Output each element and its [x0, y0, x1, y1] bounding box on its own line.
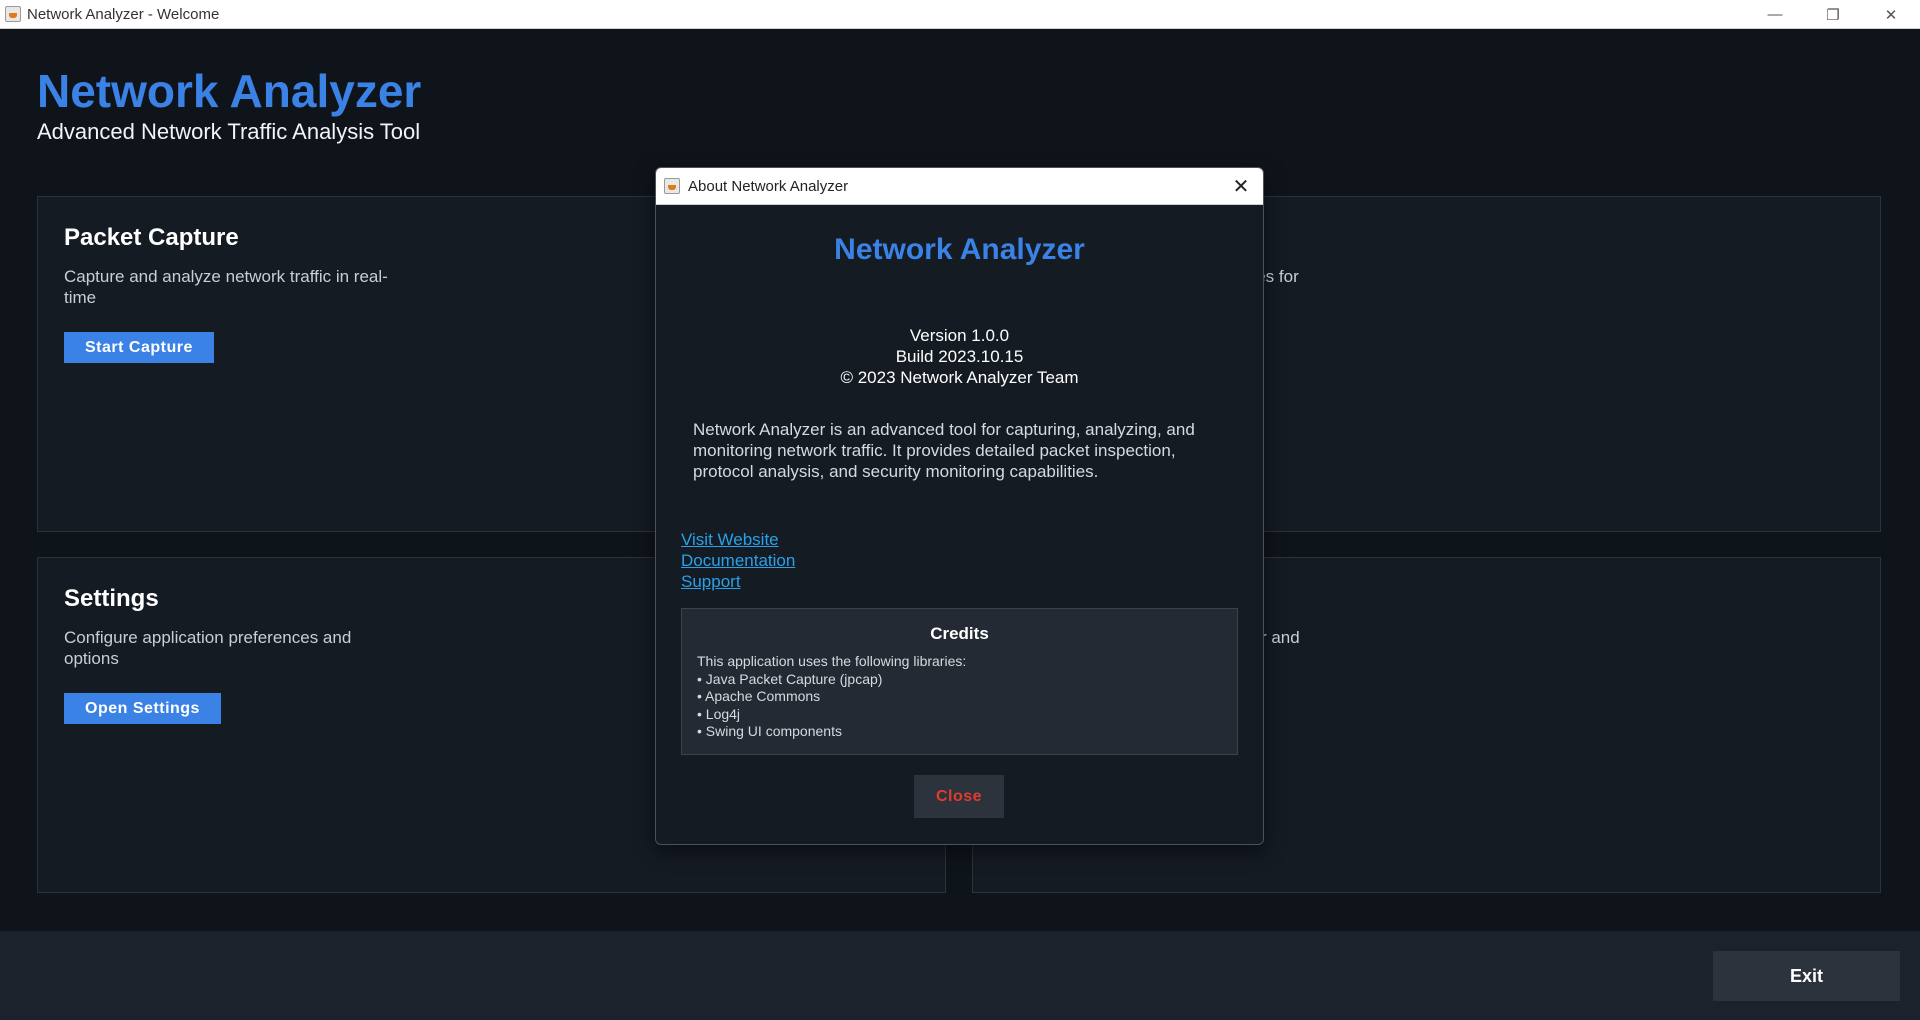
app-title: Network Analyzer	[37, 65, 422, 117]
dialog-titlebar: About Network Analyzer ✕	[656, 168, 1263, 205]
window-title: Network Analyzer - Welcome	[27, 5, 220, 23]
start-capture-button[interactable]: Start Capture	[64, 332, 214, 363]
visit-website-link[interactable]: Visit Website	[681, 529, 795, 550]
dialog-description: Network Analyzer is an advanced tool for…	[693, 420, 1195, 481]
open-settings-button[interactable]: Open Settings	[64, 693, 221, 724]
dialog-app-name: Network Analyzer	[834, 233, 1085, 266]
about-dialog: About Network Analyzer ✕ Network Analyze…	[655, 167, 1264, 845]
card-title: Packet Capture	[64, 224, 239, 251]
maximize-icon[interactable]: ❐	[1804, 0, 1862, 29]
credits-item: • Log4j	[697, 705, 741, 722]
copyright-text: © 2023 Network Analyzer Team	[840, 368, 1079, 387]
minimize-icon[interactable]: —	[1746, 0, 1804, 29]
credits-item: • Java Packet Capture (jpcap)	[697, 670, 883, 687]
card-description: zer and	[1243, 628, 1300, 647]
credits-text: This application uses the following libr…	[697, 653, 966, 741]
java-app-icon	[664, 178, 680, 194]
close-icon[interactable]: ✕	[1227, 172, 1255, 200]
card-title: Settings	[64, 585, 159, 612]
build-text: Build 2023.10.15	[895, 347, 1024, 366]
window-controls: — ❐ ✕	[1746, 0, 1920, 29]
credits-panel: Credits This application uses the follow…	[681, 608, 1238, 755]
java-app-icon	[5, 6, 21, 22]
dialog-title: About Network Analyzer	[688, 177, 849, 195]
card-description: Capture and analyze network traffic in r…	[64, 267, 388, 307]
exit-button[interactable]: Exit	[1713, 951, 1900, 1001]
credits-title: Credits	[930, 624, 989, 643]
close-button[interactable]: Close	[914, 775, 1004, 818]
dialog-links: Visit Website Documentation Support	[681, 529, 795, 592]
version-info: Version 1.0.0 Build 2023.10.15 © 2023 Ne…	[656, 325, 1263, 388]
card-description: Configure application preferences and op…	[64, 628, 352, 668]
close-window-icon[interactable]: ✕	[1862, 0, 1920, 29]
card-description: ules for	[1243, 267, 1299, 286]
support-link[interactable]: Support	[681, 571, 795, 592]
version-text: Version 1.0.0	[909, 326, 1010, 345]
window-titlebar: Network Analyzer - Welcome — ❐ ✕	[0, 0, 1920, 29]
credits-item: • Apache Commons	[697, 688, 821, 704]
app-subtitle: Advanced Network Traffic Analysis Tool	[37, 119, 421, 144]
footer-bar	[0, 931, 1920, 1020]
credits-intro: This application uses the following libr…	[697, 653, 967, 669]
credits-item: • Swing UI components	[697, 723, 842, 739]
documentation-link[interactable]: Documentation	[681, 550, 795, 571]
